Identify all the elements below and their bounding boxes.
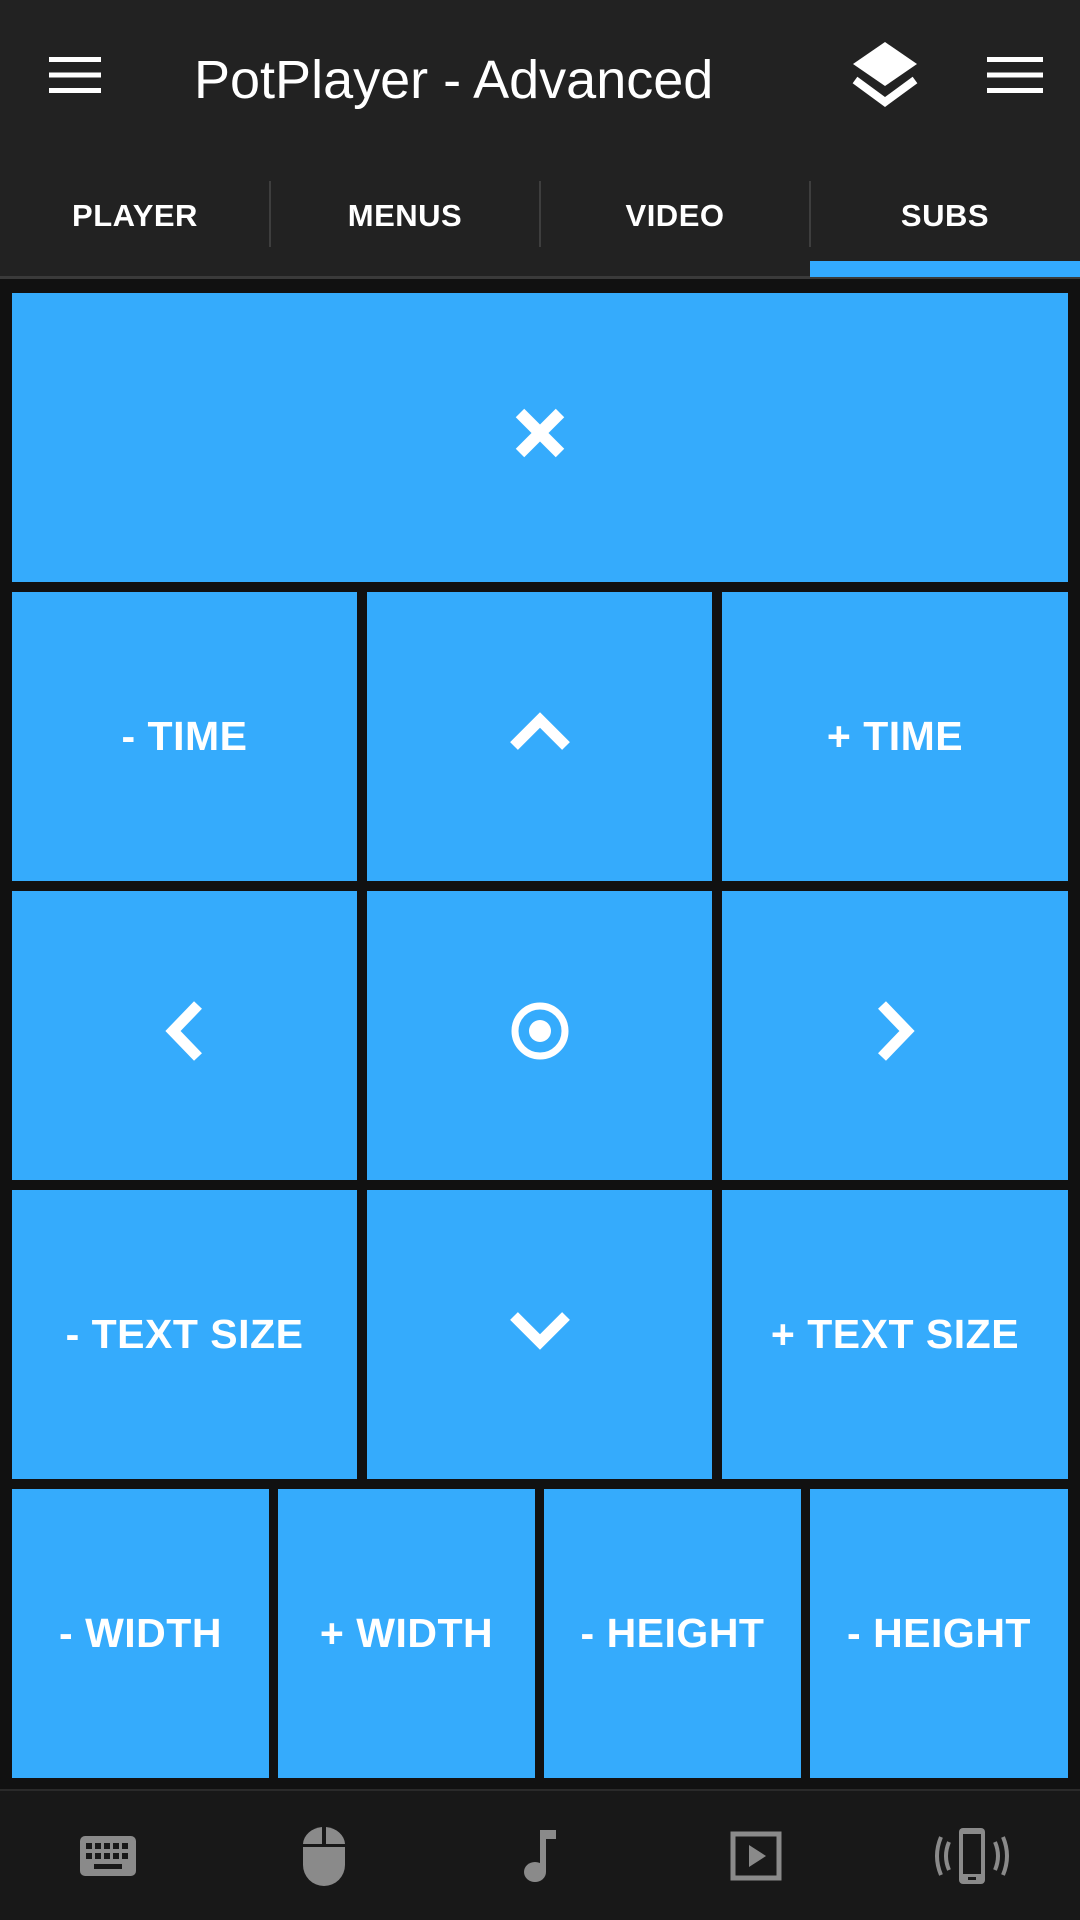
- move-right-button[interactable]: [722, 891, 1068, 1180]
- chevron-left-icon: [164, 999, 206, 1073]
- move-down-button[interactable]: [367, 1190, 712, 1479]
- app-bar: PotPlayer - Advanced: [0, 0, 1080, 155]
- control-grid: - TIME + TIME - TEXT SIZE + TEXT SIZE - …: [0, 279, 1080, 1789]
- minus-height-button[interactable]: - HEIGHT: [544, 1489, 801, 1778]
- minus-time-button[interactable]: - TIME: [12, 592, 357, 881]
- music-note-icon[interactable]: [432, 1791, 648, 1920]
- layers-icon[interactable]: [845, 36, 925, 116]
- tab-menus[interactable]: MENUS: [270, 155, 540, 276]
- hamburger-menu-icon[interactable]: [980, 45, 1050, 105]
- minus-height-button-2[interactable]: - HEIGHT: [810, 1489, 1068, 1778]
- chevron-up-icon: [508, 711, 572, 762]
- chevron-right-icon: [874, 999, 916, 1073]
- bottom-nav: [0, 1789, 1080, 1920]
- center-reset-button[interactable]: [367, 891, 712, 1180]
- chevron-down-icon: [508, 1310, 572, 1360]
- move-left-button[interactable]: [12, 891, 357, 1180]
- tab-player[interactable]: PLAYER: [0, 155, 270, 276]
- tab-video[interactable]: VIDEO: [540, 155, 810, 276]
- page-title: PotPlayer - Advanced: [194, 50, 714, 110]
- close-icon: [514, 407, 566, 469]
- plus-width-button[interactable]: + WIDTH: [278, 1489, 535, 1778]
- close-subtitles-button[interactable]: [12, 293, 1068, 582]
- phone-vibrate-icon[interactable]: [864, 1791, 1080, 1920]
- tab-subs[interactable]: SUBS: [810, 155, 1080, 276]
- active-tab-indicator: [810, 261, 1080, 277]
- keyboard-icon[interactable]: [0, 1791, 216, 1920]
- target-icon: [509, 1000, 571, 1072]
- plus-time-button[interactable]: + TIME: [722, 592, 1068, 881]
- hamburger-menu-icon[interactable]: [40, 45, 110, 105]
- minus-text-size-button[interactable]: - TEXT SIZE: [12, 1190, 357, 1479]
- move-up-button[interactable]: [367, 592, 712, 881]
- mouse-icon[interactable]: [216, 1791, 432, 1920]
- minus-width-button[interactable]: - WIDTH: [12, 1489, 269, 1778]
- play-box-icon[interactable]: [648, 1791, 864, 1920]
- plus-text-size-button[interactable]: + TEXT SIZE: [722, 1190, 1068, 1479]
